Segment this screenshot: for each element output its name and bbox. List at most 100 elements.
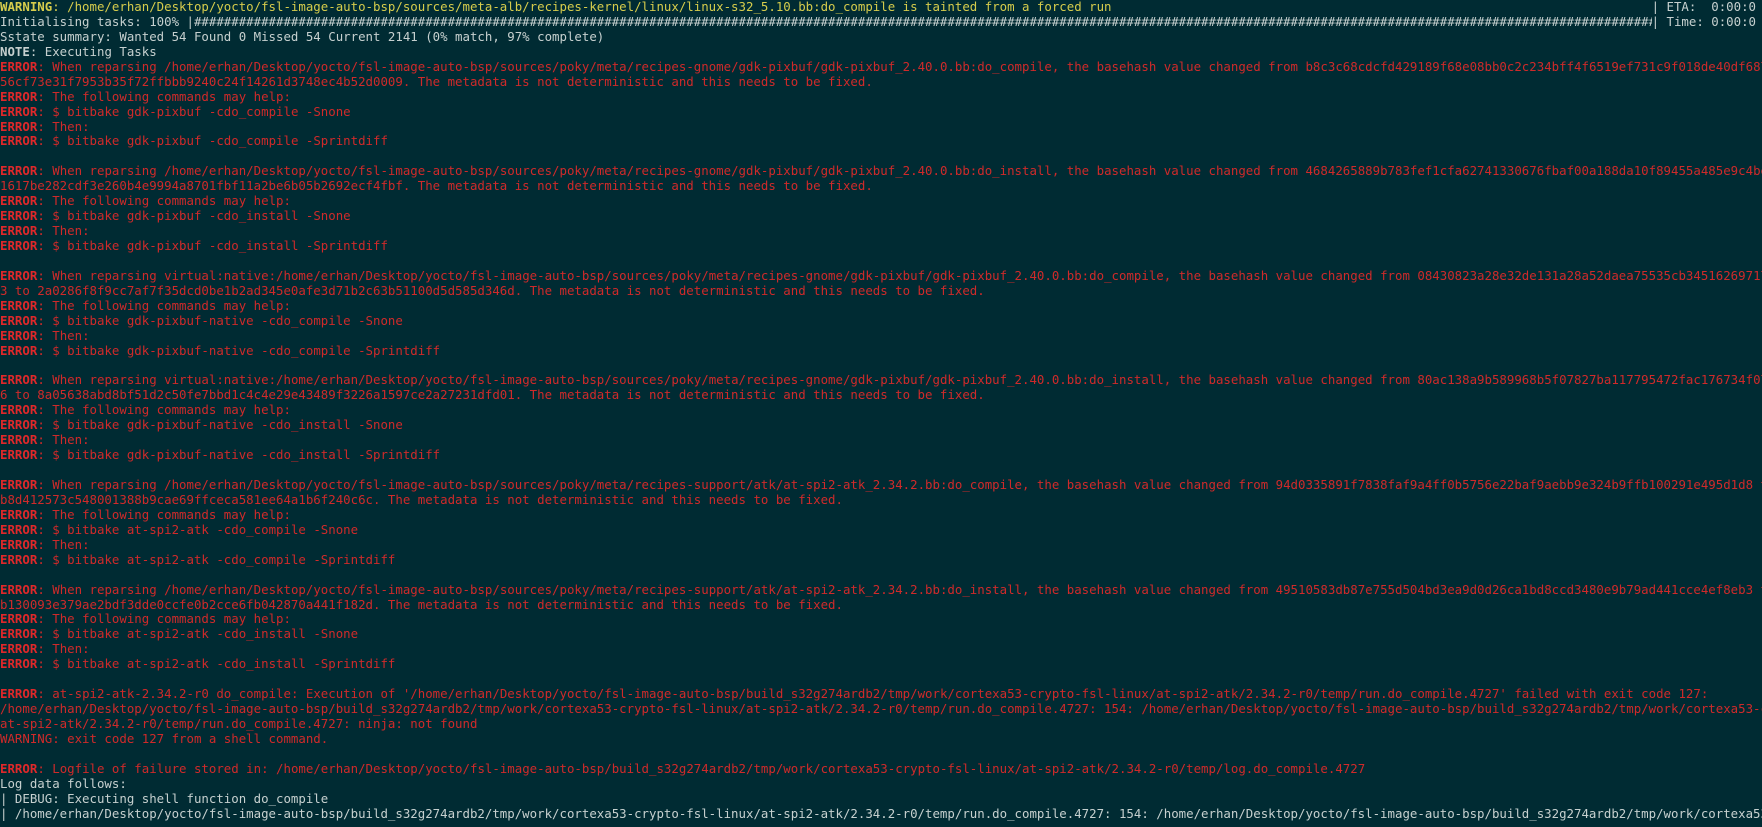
log-text: WARNING: exit code 127 from a shell comm…	[0, 731, 329, 746]
log-text: : $ bitbake gdk-pixbuf -cdo_install -Spr…	[37, 239, 388, 253]
log-level-label: ERROR	[0, 239, 38, 253]
log-line: ERROR: $ bitbake gdk-pixbuf-native -cdo_…	[0, 448, 1762, 463]
log-line: ERROR: $ bitbake at-spi2-atk -cdo_compil…	[0, 553, 1762, 568]
log-text: : The following commands may help:	[37, 403, 291, 418]
log-text: : The following commands may help:	[37, 612, 291, 627]
log-line: Initialising tasks: 100% |##############…	[0, 14, 1762, 30]
log-text: Sstate summary: Wanted 54 Found 0 Missed…	[0, 29, 605, 44]
log-line: ERROR: at-spi2-atk-2.34.2-r0 do_compile:…	[0, 687, 1762, 702]
log-line: ERROR: The following commands may help:	[0, 90, 1762, 105]
log-line: ERROR: When reparsing /home/erhan/Deskto…	[0, 478, 1762, 493]
log-text: : $ bitbake gdk-pixbuf-native -cdo_compi…	[37, 343, 441, 358]
log-level-label: ERROR	[0, 298, 38, 313]
log-line: ERROR: When reparsing virtual:native:/ho…	[0, 269, 1762, 284]
log-level-label: ERROR	[0, 328, 38, 343]
log-line: WARNING: /home/erhan/Desktop/yocto/fsl-i…	[0, 0, 1762, 15]
log-text: : $ bitbake at-spi2-atk -cdo_install -Sp…	[37, 657, 396, 672]
log-level-label: ERROR	[0, 104, 38, 119]
log-level-label: ERROR	[0, 343, 38, 358]
log-line: ERROR: $ bitbake gdk-pixbuf -cdo_compile…	[0, 134, 1762, 149]
log-text: : The following commands may help:	[37, 298, 291, 313]
log-line: ERROR: $ bitbake gdk-pixbuf-native -cdo_…	[0, 418, 1762, 433]
log-line: 3 to 2a0286f8f9cc7af7f35dcd0be1b2ad345e0…	[0, 284, 1762, 299]
log-level-label: NOTE	[0, 44, 30, 59]
log-line: ERROR: The following commands may help:	[0, 403, 1762, 418]
log-line: | DEBUG: Executing shell function do_com…	[0, 792, 1762, 807]
log-text: : Logfile of failure stored in: /home/er…	[37, 761, 1366, 776]
log-line: b8d412573c548001388b9cae69ffceca581ee64a…	[0, 493, 1762, 508]
log-text: : When reparsing /home/erhan/Desktop/yoc…	[37, 478, 1762, 492]
log-text: : When reparsing /home/erhan/Desktop/yoc…	[37, 59, 1762, 74]
log-text: : $ bitbake gdk-pixbuf-native -cdo_insta…	[37, 448, 441, 463]
log-text: : When reparsing virtual:native:/home/er…	[37, 373, 1762, 388]
log-text: : Then:	[37, 433, 90, 448]
log-text: : $ bitbake gdk-pixbuf -cdo_install -Sno…	[37, 209, 351, 224]
log-text: : When reparsing virtual:native:/home/er…	[37, 268, 1762, 283]
log-level-label: ERROR	[0, 373, 38, 388]
log-level-label: ERROR	[0, 687, 38, 702]
log-level-label: ERROR	[0, 627, 38, 642]
terminal-window[interactable]: WARNING: /home/erhan/Desktop/yocto/fsl-i…	[0, 0, 1762, 827]
log-line: ERROR: The following commands may help:	[0, 612, 1762, 627]
log-level-label: ERROR	[0, 418, 38, 433]
log-text: Log data follows:	[0, 776, 127, 791]
log-text: : $ bitbake gdk-pixbuf-native -cdo_insta…	[37, 418, 403, 433]
log-line: /home/erhan/Desktop/yocto/fsl-image-auto…	[0, 702, 1762, 717]
log-level-label: ERROR	[0, 761, 38, 776]
log-text: : $ bitbake at-spi2-atk -cdo_compile -Sp…	[37, 552, 396, 567]
log-text: : $ bitbake gdk-pixbuf-native -cdo_compi…	[37, 313, 403, 328]
log-level-label: ERROR	[0, 522, 38, 537]
log-line: b130093e379ae2bdf3dde0ccfe0b2cce6fb04287…	[0, 598, 1762, 613]
log-level-label: ERROR	[0, 642, 38, 657]
log-line: ERROR: The following commands may help:	[0, 194, 1762, 209]
log-line: ERROR: Then:	[0, 329, 1762, 344]
log-line: ERROR: The following commands may help:	[0, 299, 1762, 314]
log-text: : The following commands may help:	[37, 507, 291, 522]
log-line: ERROR: $ bitbake gdk-pixbuf-native -cdo_…	[0, 344, 1762, 359]
log-text: : Executing Tasks	[29, 44, 157, 59]
log-text: : $ bitbake gdk-pixbuf -cdo_compile -Sno…	[37, 104, 351, 119]
log-level-label: ERROR	[0, 89, 38, 104]
log-line: ERROR: Then:	[0, 538, 1762, 553]
log-level-label: ERROR	[0, 164, 38, 179]
log-text: : Then:	[37, 224, 90, 239]
log-line: Log data follows:	[0, 777, 1762, 792]
log-line: ERROR: $ bitbake at-spi2-atk -cdo_instal…	[0, 627, 1762, 642]
log-level-label: ERROR	[0, 59, 38, 74]
log-text: : Then:	[37, 537, 90, 552]
log-text: : The following commands may help:	[37, 194, 291, 209]
log-text: : Then:	[37, 119, 90, 134]
log-line: ERROR: When reparsing /home/erhan/Deskto…	[0, 164, 1762, 179]
log-text: : The following commands may help:	[37, 89, 291, 104]
log-text: : $ bitbake gdk-pixbuf -cdo_compile -Spr…	[37, 134, 388, 149]
log-line: ERROR: The following commands may help:	[0, 508, 1762, 523]
log-level-label: ERROR	[0, 209, 38, 224]
log-level-label: ERROR	[0, 268, 38, 283]
log-text: b8d412573c548001388b9cae69ffceca581ee64a…	[0, 492, 843, 507]
log-text: : When reparsing /home/erhan/Desktop/yoc…	[37, 164, 1762, 179]
log-line: | /home/erhan/Desktop/yocto/fsl-image-au…	[0, 807, 1762, 822]
log-text: 56cf73e31f7953b35f72ffbbb9240c24f14261d3…	[0, 74, 873, 89]
log-line: ERROR: Then:	[0, 120, 1762, 135]
log-line: ERROR: $ bitbake at-spi2-atk -cdo_compil…	[0, 523, 1762, 538]
log-level-label: ERROR	[0, 582, 38, 597]
log-level-label: ERROR	[0, 552, 38, 567]
log-line: 1617be282cdf3e260b4e9994a8701fbf11a2be6b…	[0, 179, 1762, 194]
log-text: : $ bitbake at-spi2-atk -cdo_install -Sn…	[37, 627, 359, 642]
log-text: | /home/erhan/Desktop/yocto/fsl-image-au…	[0, 806, 1762, 821]
log-line: ERROR: Then:	[0, 224, 1762, 239]
log-level-label: ERROR	[0, 433, 38, 448]
log-level-label: ERROR	[0, 224, 38, 239]
log-line: 6 to 8a05638abd8bf51d2c50fe7bbd1c4c4e29e…	[0, 388, 1762, 403]
log-line: ERROR: Logfile of failure stored in: /ho…	[0, 762, 1762, 777]
log-text: : $ bitbake at-spi2-atk -cdo_compile -Sn…	[37, 522, 359, 537]
log-line: WARNING: exit code 127 from a shell comm…	[0, 732, 1762, 747]
log-line: ERROR: When reparsing /home/erhan/Deskto…	[0, 583, 1762, 598]
